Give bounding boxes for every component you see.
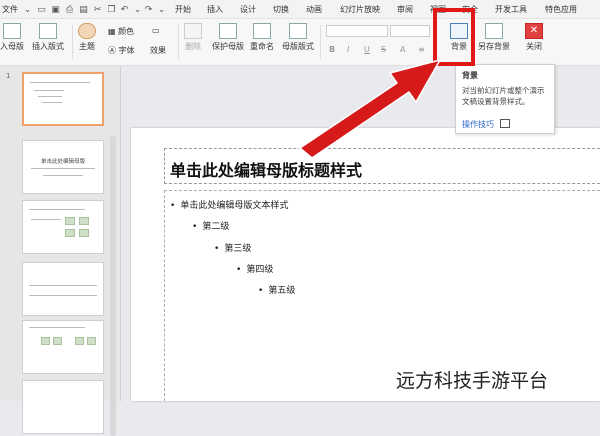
annotation-arrow-icon [299, 59, 441, 159]
watermark-text: 远方科技手游平台 [396, 370, 549, 392]
